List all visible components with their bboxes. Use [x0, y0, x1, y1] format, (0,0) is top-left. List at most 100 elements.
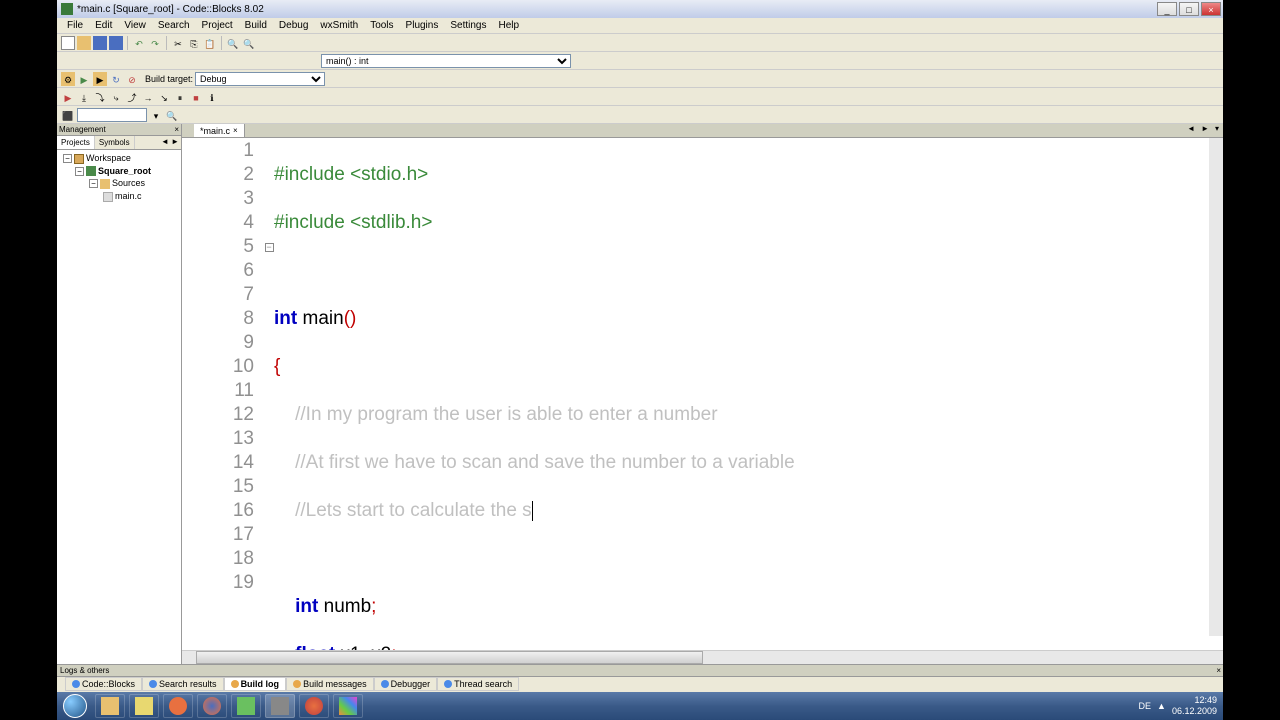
highlight-icon[interactable]: ⬛: [61, 108, 75, 122]
tree-file-mainc[interactable]: main.c: [59, 190, 179, 203]
tab-prev-icon[interactable]: ◄: [1185, 124, 1197, 133]
new-file-icon[interactable]: [61, 36, 75, 50]
abort-icon[interactable]: ⊘: [125, 72, 139, 86]
scope-combo[interactable]: main() : int: [321, 54, 571, 68]
tab-search-results[interactable]: Search results: [142, 677, 224, 691]
toolbar-main: ↶ ↷ ✂ ⎘ 📋 🔍 🔍: [57, 34, 1223, 52]
menu-wxsmith[interactable]: wxSmith: [314, 18, 364, 33]
tab-projects[interactable]: Projects: [57, 136, 95, 149]
window-titlebar: *main.c [Square_root] - Code::Blocks 8.0…: [57, 0, 1223, 18]
search-go-icon[interactable]: 🔍: [165, 108, 179, 122]
clock[interactable]: 12:49 06.12.2009: [1172, 695, 1217, 717]
debug-start-icon[interactable]: ▶: [61, 90, 75, 104]
taskbar-item-app1[interactable]: [231, 694, 261, 718]
taskbar-item-app3[interactable]: [333, 694, 363, 718]
run-icon[interactable]: ▶: [77, 72, 91, 86]
build-run-icon[interactable]: ▶: [93, 72, 107, 86]
toolbar-compiler: ⚙ ▶ ▶ ↻ ⊘ Build target: Debug: [57, 70, 1223, 88]
system-tray: DE ▲ 12:49 06.12.2009: [1139, 695, 1223, 717]
tree-workspace[interactable]: −Workspace: [59, 152, 179, 165]
code-editor[interactable]: 12345678910111213141516171819 − #include…: [182, 138, 1223, 650]
search-input[interactable]: [77, 108, 147, 122]
debug-break-icon[interactable]: ⏸: [173, 90, 187, 104]
tab-build-messages[interactable]: Build messages: [286, 677, 374, 691]
cut-icon[interactable]: ✂: [171, 36, 185, 50]
menu-tools[interactable]: Tools: [364, 18, 399, 33]
project-tree: −Workspace −Square_root −Sources main.c: [57, 150, 181, 664]
menu-project[interactable]: Project: [196, 18, 239, 33]
minimize-button[interactable]: _: [1157, 2, 1177, 16]
taskbar-item-codeblocks[interactable]: [265, 694, 295, 718]
tab-build-log[interactable]: Build log: [224, 677, 287, 691]
menu-help[interactable]: Help: [493, 18, 526, 33]
redo-icon[interactable]: ↷: [148, 36, 162, 50]
vertical-scrollbar[interactable]: [1209, 138, 1223, 636]
sidebar-nav[interactable]: ◄ ►: [159, 136, 181, 149]
app-icon: [61, 3, 73, 15]
language-indicator[interactable]: DE: [1139, 701, 1152, 711]
paste-icon[interactable]: 📋: [203, 36, 217, 50]
fold-toggle-icon[interactable]: −: [265, 243, 274, 252]
taskbar: DE ▲ 12:49 06.12.2009: [57, 692, 1223, 720]
management-close-icon[interactable]: ×: [174, 125, 179, 134]
menu-search[interactable]: Search: [152, 18, 196, 33]
debug-step-icon[interactable]: ⤷: [109, 90, 123, 104]
save-icon[interactable]: [93, 36, 107, 50]
menu-debug[interactable]: Debug: [273, 18, 314, 33]
code-content[interactable]: #include <stdio.h> #include <stdlib.h> i…: [274, 138, 1223, 650]
fold-column: −: [264, 138, 274, 650]
copy-icon[interactable]: ⎘: [187, 36, 201, 50]
debug-step-instr-icon[interactable]: ↘: [157, 90, 171, 104]
build-icon[interactable]: ⚙: [61, 72, 75, 86]
tray-icon[interactable]: ▲: [1157, 701, 1166, 711]
debug-next-instr-icon[interactable]: →: [141, 90, 155, 104]
tab-debugger[interactable]: Debugger: [374, 677, 438, 691]
horizontal-scrollbar[interactable]: [182, 650, 1223, 664]
toolbar-scope: main() : int: [57, 52, 1223, 70]
open-file-icon[interactable]: [77, 36, 91, 50]
menu-file[interactable]: File: [61, 18, 89, 33]
find-icon[interactable]: 🔍: [226, 36, 240, 50]
tab-symbols[interactable]: Symbols: [95, 136, 135, 149]
editor-tab-mainc[interactable]: *main.c ×: [194, 124, 245, 137]
editor-area: *main.c × ◄ ► ▾ 123456789101112131415161…: [182, 124, 1223, 664]
start-button[interactable]: [57, 692, 93, 720]
logs-header: Logs & others ×: [57, 665, 1223, 677]
tab-close-icon[interactable]: ×: [233, 126, 238, 135]
debug-stepout-icon[interactable]: ⤴: [125, 90, 139, 104]
tab-thread-search[interactable]: Thread search: [437, 677, 519, 691]
menu-settings[interactable]: Settings: [444, 18, 492, 33]
menu-edit[interactable]: Edit: [89, 18, 118, 33]
debug-info-icon[interactable]: ℹ: [205, 90, 219, 104]
menu-build[interactable]: Build: [239, 18, 273, 33]
taskbar-item-wmp[interactable]: [163, 694, 193, 718]
management-panel: Management × Projects Symbols ◄ ► −Works…: [57, 124, 182, 664]
menu-plugins[interactable]: Plugins: [400, 18, 445, 33]
maximize-button[interactable]: □: [1179, 2, 1199, 16]
logs-close-icon[interactable]: ×: [1216, 666, 1221, 675]
search-options-icon[interactable]: ▾: [149, 108, 163, 122]
logs-panel: Logs & others × Code::Blocks Search resu…: [57, 664, 1223, 692]
build-target-combo[interactable]: Debug: [195, 72, 325, 86]
menu-view[interactable]: View: [118, 18, 152, 33]
debug-run-cursor-icon[interactable]: ⤓: [77, 90, 91, 104]
tab-next-icon[interactable]: ►: [1199, 124, 1211, 133]
tree-project[interactable]: −Square_root: [59, 165, 179, 178]
replace-icon[interactable]: 🔍: [242, 36, 256, 50]
management-header: Management ×: [57, 124, 181, 136]
toolbar-debugger: ▶ ⤓ ⤵ ⤷ ⤴ → ↘ ⏸ ■ ℹ: [57, 88, 1223, 106]
tree-folder-sources[interactable]: −Sources: [59, 177, 179, 190]
debug-next-icon[interactable]: ⤵: [93, 90, 107, 104]
undo-icon[interactable]: ↶: [132, 36, 146, 50]
debug-stop-icon[interactable]: ■: [189, 90, 203, 104]
taskbar-item-firefox[interactable]: [197, 694, 227, 718]
menubar: File Edit View Search Project Build Debu…: [57, 18, 1223, 34]
taskbar-item-explorer[interactable]: [95, 694, 125, 718]
save-all-icon[interactable]: [109, 36, 123, 50]
tab-codeblocks[interactable]: Code::Blocks: [65, 677, 142, 691]
taskbar-item-app2[interactable]: [299, 694, 329, 718]
rebuild-icon[interactable]: ↻: [109, 72, 123, 86]
tab-list-icon[interactable]: ▾: [1213, 124, 1221, 133]
close-button[interactable]: ×: [1201, 2, 1221, 16]
taskbar-item-notepad[interactable]: [129, 694, 159, 718]
